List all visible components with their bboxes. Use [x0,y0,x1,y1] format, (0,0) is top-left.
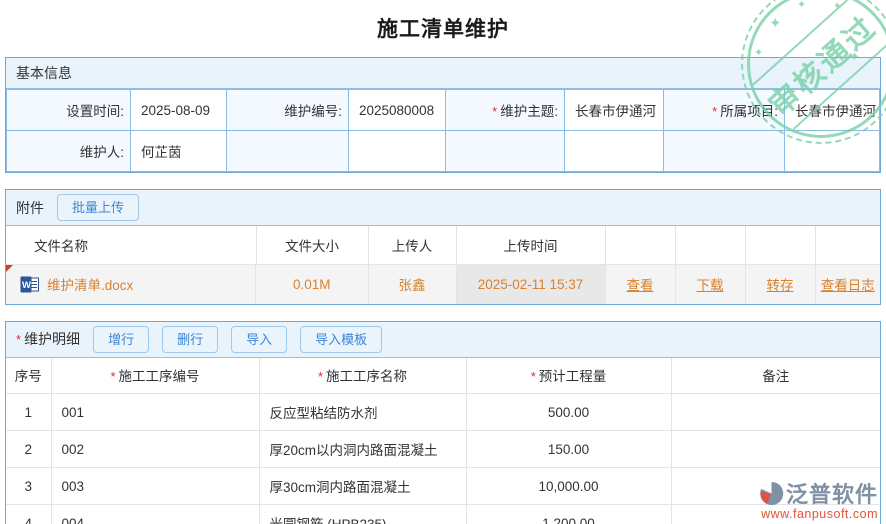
empty-cell [785,131,880,172]
col-header-action [605,226,675,264]
field-label-maintain-no: 维护编号: [227,90,349,131]
maintenance-detail-section: *维护明细 增行 删行 导入 导入模板 序号 *施工工序编号 *施工工序名称 *… [5,321,881,524]
attachment-row: W 维护清单.docx 0.01M 张鑫 2025-02-11 15:37 查看… [6,264,880,304]
cell-process-name[interactable]: 厚30cm洞内路面混凝土 [259,468,466,505]
col-header-file-size: 文件大小 [256,226,368,264]
page-title: 施工清单维护 [0,0,886,44]
field-label-text: 维护主题: [500,104,558,119]
required-marker: * [318,369,323,384]
file-uploader: 张鑫 [368,264,456,304]
empty-cell [446,131,565,172]
col-header-upload-time: 上传时间 [456,226,605,264]
cell-seq: 3 [6,468,51,505]
required-marker: * [531,369,536,384]
basic-info-section: 基本信息 设置时间: 2025-08-09 维护编号: 2025080008 *… [5,57,881,173]
file-name-link[interactable]: 维护清单.docx [47,274,133,294]
col-header-action [745,226,815,264]
col-header-action [675,226,745,264]
cell-process-name[interactable]: 反应型粘结防水剂 [259,394,466,431]
vendor-url-link[interactable]: www.fanpusoft.com [759,507,878,521]
col-header-action [815,226,880,264]
detail-row: 3 003 厚30cm洞内路面混凝土 10,000.00 [6,468,880,505]
cell-note[interactable] [671,431,880,468]
cell-process-code[interactable]: 001 [51,394,259,431]
col-header-text: 施工工序编号 [119,369,200,384]
delete-row-button[interactable]: 删行 [162,326,218,353]
col-header-seq: 序号 [6,358,51,394]
cell-planned-qty[interactable]: 10,000.00 [466,468,671,505]
col-header-text: 施工工序名称 [326,369,407,384]
file-size: 0.01M [256,264,368,304]
col-header-text: 预计工程量 [539,369,607,384]
col-header-planned-qty: *预计工程量 [466,358,671,394]
required-marker: * [712,104,717,119]
file-name-cell[interactable]: W 维护清单.docx [6,265,256,304]
import-button[interactable]: 导入 [231,326,287,353]
batch-upload-button[interactable]: 批量上传 [57,194,139,221]
empty-cell [227,131,349,172]
col-header-process-code: * 施工工序编号 [51,358,259,394]
detail-title-text: 维护明细 [24,331,80,347]
attachments-table: 文件名称 文件大小 上传人 上传时间 W 维护清单.docx [6,226,880,304]
cell-process-name[interactable]: 厚20cm以内洞内路面混凝土 [259,431,466,468]
view-link[interactable]: 查看 [627,278,654,293]
import-template-button[interactable]: 导入模板 [300,326,382,353]
detail-table: 序号 *施工工序编号 *施工工序名称 *预计工程量 备注 1 001 反应型粘结… [6,358,880,524]
word-doc-icon: W [20,275,39,294]
col-header-process-name: *施工工序名称 [259,358,466,394]
file-upload-time: 2025-02-11 15:37 [456,264,605,304]
cell-planned-qty[interactable]: 500.00 [466,394,671,431]
modified-corner-flag [6,265,13,272]
col-header-file-name: 文件名称 [6,226,256,264]
cell-process-code[interactable]: 002 [51,431,259,468]
cell-process-name[interactable]: 光圆钢筋 (HPB235) [259,505,466,524]
detail-row: 1 001 反应型粘结防水剂 500.00 [6,394,880,431]
cell-planned-qty[interactable]: 1,200.00 [466,505,671,524]
field-label-set-time: 设置时间: [7,90,131,131]
attachments-section: 附件 批量上传 文件名称 文件大小 上传人 上传时间 [5,189,881,305]
vendor-logo: 泛普软件 www.fanpusoft.com [759,477,878,521]
basic-info-form: 设置时间: 2025-08-09 维护编号: 2025080008 *维护主题:… [6,89,880,172]
empty-cell [349,131,446,172]
field-value-maintain-subject[interactable]: 长春市伊通河 [565,90,664,131]
transfer-link[interactable]: 转存 [767,278,794,293]
required-marker: * [110,369,115,384]
field-value-maintain-no[interactable]: 2025080008 [349,90,446,131]
field-label-maintain-subject: *维护主题: [446,90,565,131]
empty-cell [664,131,785,172]
detail-row: 4 004 光圆钢筋 (HPB235) 1,200.00 [6,505,880,524]
cell-seq: 4 [6,505,51,524]
attachments-title: 附件 [16,198,44,218]
field-value-project[interactable]: 长春市伊通河 [785,90,880,131]
fanpu-logo-icon [759,481,784,506]
cell-note[interactable] [671,394,880,431]
col-header-note: 备注 [671,358,880,394]
cell-planned-qty[interactable]: 150.00 [466,431,671,468]
required-marker: * [16,332,21,347]
col-header-uploader: 上传人 [368,226,456,264]
field-label-maintainer: 维护人: [7,131,131,172]
basic-info-header: 基本信息 [6,58,880,89]
field-value-set-time[interactable]: 2025-08-09 [131,90,227,131]
cell-process-code[interactable]: 004 [51,505,259,524]
empty-cell [565,131,664,172]
vendor-name: 泛普软件 [786,477,878,509]
field-label-text: 所属项目: [720,104,778,119]
detail-title: *维护明细 [16,329,80,349]
required-marker: * [492,104,497,119]
cell-process-code[interactable]: 003 [51,468,259,505]
cell-seq: 1 [6,394,51,431]
detail-row: 2 002 厚20cm以内洞内路面混凝土 150.00 [6,431,880,468]
field-label-project: *所属项目: [664,90,785,131]
download-link[interactable]: 下载 [697,278,724,293]
svg-text:W: W [22,280,31,291]
field-value-maintainer[interactable]: 何芷茵 [131,131,227,172]
view-log-link[interactable]: 查看日志 [821,278,875,293]
cell-seq: 2 [6,431,51,468]
add-row-button[interactable]: 增行 [93,326,149,353]
